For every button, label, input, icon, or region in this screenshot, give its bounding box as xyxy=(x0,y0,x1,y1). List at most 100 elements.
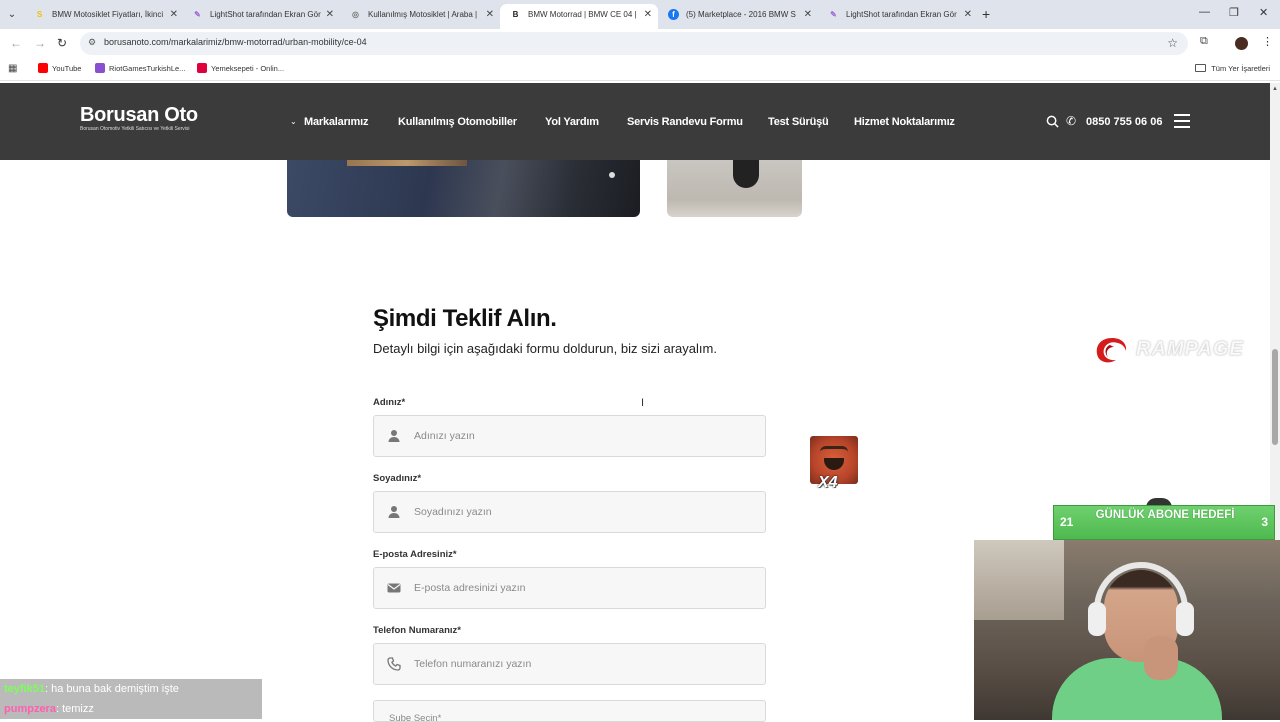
bookmark-star-icon[interactable]: ☆ xyxy=(1167,36,1178,50)
back-icon[interactable]: ← xyxy=(10,36,22,50)
webcam-overlay xyxy=(974,540,1280,720)
url-field[interactable]: ⚙ borusanoto.com/markalarimiz/bmw-motorr… xyxy=(80,32,1188,55)
window-close-icon[interactable]: ✕ xyxy=(1259,6,1268,19)
nav-test-surusu[interactable]: Test Sürüşü xyxy=(768,116,829,128)
tab-label: Kullanılmış Motosiklet | Araba | xyxy=(368,10,478,19)
phone-input[interactable] xyxy=(414,654,754,674)
browser-menu-icon[interactable]: ⋮ xyxy=(1262,35,1273,48)
tab-favicon-icon: ✎ xyxy=(830,10,837,19)
browser-tab[interactable]: f (5) Marketplace - 2016 BMW S ✕ xyxy=(658,4,818,25)
bookmark-label: YouTube xyxy=(52,64,82,73)
logo-subtitle: Borusan Otomotiv Yetkili Satıcısı ve Yet… xyxy=(80,126,190,132)
browser-tab[interactable]: ✎ LightShot tarafından Ekran Gör ✕ xyxy=(818,4,978,25)
rampage-text: RAMPAGE xyxy=(1136,338,1244,361)
bookmark-yemeksepeti[interactable]: Yemeksepeti - Onlin... xyxy=(197,63,285,73)
close-tab-icon[interactable]: ✕ xyxy=(326,4,334,25)
gallery-image[interactable] xyxy=(667,160,802,217)
goal-target: 3 xyxy=(1261,515,1268,529)
chat-text: : temizz xyxy=(55,703,94,715)
chat-username: teyfik51 xyxy=(4,683,45,695)
form-title: Şimdi Teklif Alın. xyxy=(373,305,557,332)
bookmark-youtube[interactable]: YouTube xyxy=(38,63,82,73)
browser-tab[interactable]: ✎ LightShot tarafından Ekran Gör ✕ xyxy=(182,4,340,25)
tab-favicon-icon: f xyxy=(668,9,679,20)
tab-favicon-icon: S xyxy=(36,10,43,19)
tab-favicon-icon: ◎ xyxy=(352,10,359,19)
email-label: E-posta Adresiniz* xyxy=(373,549,457,560)
apps-grid-icon[interactable]: ▦ xyxy=(8,63,17,74)
phone-icon[interactable]: ✆ xyxy=(1066,114,1076,128)
browser-tab-strip: ⌄ S BMW Motosiklet Fiyatları, İkinci ✕ ✎… xyxy=(0,0,1280,29)
close-tab-icon[interactable]: ✕ xyxy=(804,4,812,25)
nav-kullanilmis-otomobiller[interactable]: Kullanılmış Otomobiller xyxy=(398,116,517,128)
browser-tab[interactable]: ◎ Kullanılmış Motosiklet | Araba | ✕ xyxy=(340,4,500,25)
nav-yol-yardim[interactable]: Yol Yardım xyxy=(545,116,599,128)
close-tab-icon[interactable]: ✕ xyxy=(964,4,972,25)
chevron-down-icon: ⌄ xyxy=(290,117,297,126)
close-tab-icon[interactable]: ✕ xyxy=(486,4,494,25)
last-name-label: Soyadınız* xyxy=(373,473,422,484)
browser-tab-active[interactable]: B BMW Motorrad | BMW CE 04 | ✕ xyxy=(500,4,658,29)
extensions-icon[interactable]: ⧉ xyxy=(1200,35,1208,48)
all-bookmarks[interactable]: Tüm Yer İşaretleri xyxy=(1195,64,1270,73)
tab-favicon-icon: ✎ xyxy=(194,10,201,19)
tab-label: LightShot tarafından Ekran Gör xyxy=(846,10,957,19)
first-name-field[interactable] xyxy=(373,415,766,457)
envelope-icon xyxy=(387,583,401,593)
nav-servis-randevu[interactable]: Servis Randevu Formu xyxy=(627,116,743,128)
scroll-up-icon[interactable]: ▲ xyxy=(1272,86,1278,92)
header-phone-number[interactable]: 0850 755 06 06 xyxy=(1086,116,1162,128)
chat-username: pumpzera xyxy=(4,703,56,715)
riot-icon xyxy=(95,63,105,73)
profile-avatar[interactable] xyxy=(1235,37,1248,50)
close-tab-icon[interactable]: ✕ xyxy=(170,4,178,25)
branch-select[interactable]: Şube Seçin* xyxy=(373,700,766,722)
branch-select-label: Şube Seçin* xyxy=(389,713,442,722)
phone-field[interactable] xyxy=(373,643,766,685)
bookmark-riot[interactable]: RiotGamesTurkishLe... xyxy=(95,63,185,73)
first-name-label: Adınız* xyxy=(373,397,406,408)
browser-tab[interactable]: S BMW Motosiklet Fiyatları, İkinci ✕ xyxy=(24,4,184,25)
reload-icon[interactable]: ↻ xyxy=(57,36,67,50)
user-icon xyxy=(388,506,400,518)
youtube-icon xyxy=(38,63,48,73)
goal-title: GÜNLÜK ABONE HEDEFİ xyxy=(1095,509,1235,521)
tab-label: (5) Marketplace - 2016 BMW S xyxy=(686,10,796,19)
gallery-image[interactable] xyxy=(287,160,640,217)
chat-message: teyfik51: ha buna bak demiştim işte xyxy=(0,679,262,699)
hamburger-menu-icon[interactable] xyxy=(1174,114,1190,128)
address-bar: ← → ↻ ⚙ borusanoto.com/markalarimiz/bmw-… xyxy=(0,29,1280,58)
nav-markalarimiz[interactable]: Markalarımız xyxy=(304,116,368,128)
bookmark-label: Yemeksepeti - Onlin... xyxy=(211,64,285,73)
site-logo[interactable]: Borusan Oto Borusan Otomotiv Yetkili Sat… xyxy=(80,104,198,132)
yemeksepeti-icon xyxy=(197,63,207,73)
tab-label: BMW Motosiklet Fiyatları, İkinci xyxy=(52,10,164,19)
email-field[interactable] xyxy=(373,567,766,609)
bookmarks-bar: ▦ YouTube RiotGamesTurkishLe... Yemeksep… xyxy=(0,58,1280,81)
chat-message: pumpzera: temizz xyxy=(0,699,262,719)
new-tab-icon[interactable]: + xyxy=(982,6,990,22)
rampage-logo-icon xyxy=(1096,338,1127,363)
chat-text: : ha buna bak demiştim işte xyxy=(44,683,179,695)
text-cursor-icon: I xyxy=(641,397,645,409)
url-text[interactable]: borusanoto.com/markalarimiz/bmw-motorrad… xyxy=(104,37,367,47)
minimize-icon[interactable]: — xyxy=(1199,6,1210,18)
tab-favicon-icon: B xyxy=(512,10,519,19)
search-icon[interactable] xyxy=(1046,115,1059,128)
last-name-input[interactable] xyxy=(414,502,754,522)
forward-icon[interactable]: → xyxy=(34,36,46,50)
all-bookmarks-label: Tüm Yer İşaretleri xyxy=(1211,64,1270,73)
first-name-input[interactable] xyxy=(414,426,754,446)
scrollbar-thumb[interactable] xyxy=(1272,349,1278,445)
nav-hizmet-noktalari[interactable]: Hizmet Noktalarımız xyxy=(854,116,955,128)
user-icon xyxy=(388,430,400,442)
rampage-watermark: RAMPAGE xyxy=(1092,335,1272,365)
last-name-field[interactable] xyxy=(373,491,766,533)
close-tab-icon[interactable]: ✕ xyxy=(644,4,652,25)
subscriber-goal-widget: 21 GÜNLÜK ABONE HEDEFİ 3 xyxy=(1053,505,1275,540)
email-input[interactable] xyxy=(414,578,754,598)
restore-icon[interactable]: ❐ xyxy=(1229,6,1239,19)
site-info-icon[interactable]: ⚙ xyxy=(88,37,96,48)
tab-search-chevron-icon[interactable]: ⌄ xyxy=(4,7,20,23)
phone-icon xyxy=(387,657,401,671)
